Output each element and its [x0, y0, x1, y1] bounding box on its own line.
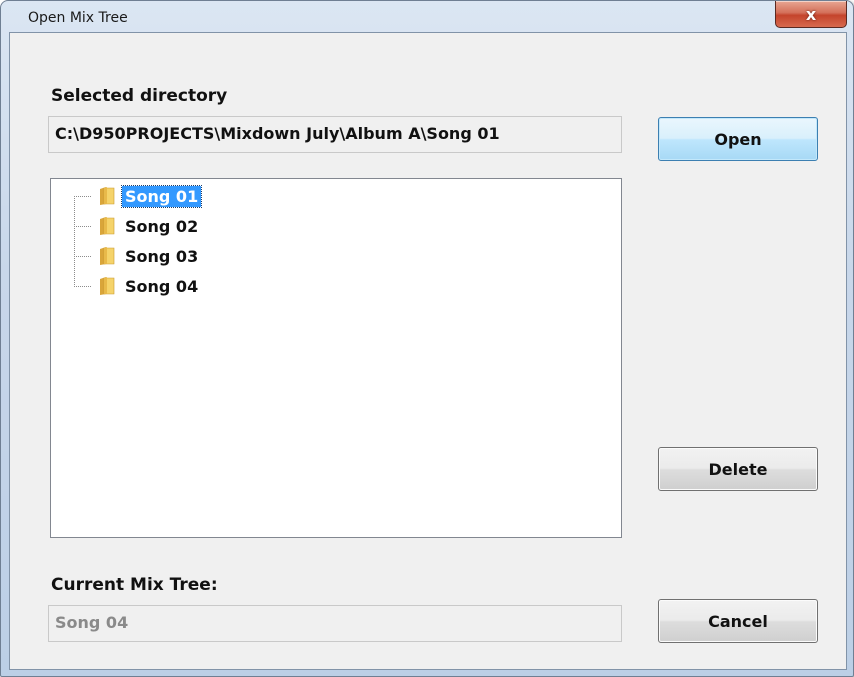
current-mix-tree-label: Current Mix Tree: — [51, 575, 218, 595]
delete-button[interactable]: Delete — [658, 447, 818, 491]
tree-item-label: Song 01 — [120, 184, 203, 208]
folder-icon — [98, 276, 116, 296]
current-mix-tree-field: Song 04 — [48, 605, 622, 642]
tree-item-song-02[interactable]: Song 02 — [98, 214, 201, 238]
mix-tree-view[interactable]: Song 01 Song 02 Song 03 Song 04 — [50, 178, 622, 538]
folder-icon — [98, 186, 116, 206]
cancel-button[interactable]: Cancel — [658, 599, 818, 643]
tree-item-song-04[interactable]: Song 04 — [98, 274, 201, 298]
tree-item-label: Song 04 — [125, 276, 199, 296]
window-title: Open Mix Tree — [28, 10, 128, 26]
selected-directory-label: Selected directory — [51, 86, 228, 106]
tree-item-label: Song 02 — [125, 216, 199, 236]
close-button[interactable]: x — [775, 1, 847, 28]
close-icon: x — [805, 4, 817, 24]
tree-item-song-01[interactable]: Song 01 — [98, 184, 203, 208]
title-bar[interactable]: Open Mix Tree x — [1, 1, 853, 33]
tree-item-song-03[interactable]: Song 03 — [98, 244, 201, 268]
selected-directory-field[interactable]: C:\D950PROJECTS\Mixdown July\Album A\Son… — [48, 116, 622, 153]
open-button[interactable]: Open — [658, 117, 818, 161]
folder-icon — [98, 216, 116, 236]
tree-item-label: Song 03 — [125, 246, 199, 266]
folder-icon — [98, 246, 116, 266]
